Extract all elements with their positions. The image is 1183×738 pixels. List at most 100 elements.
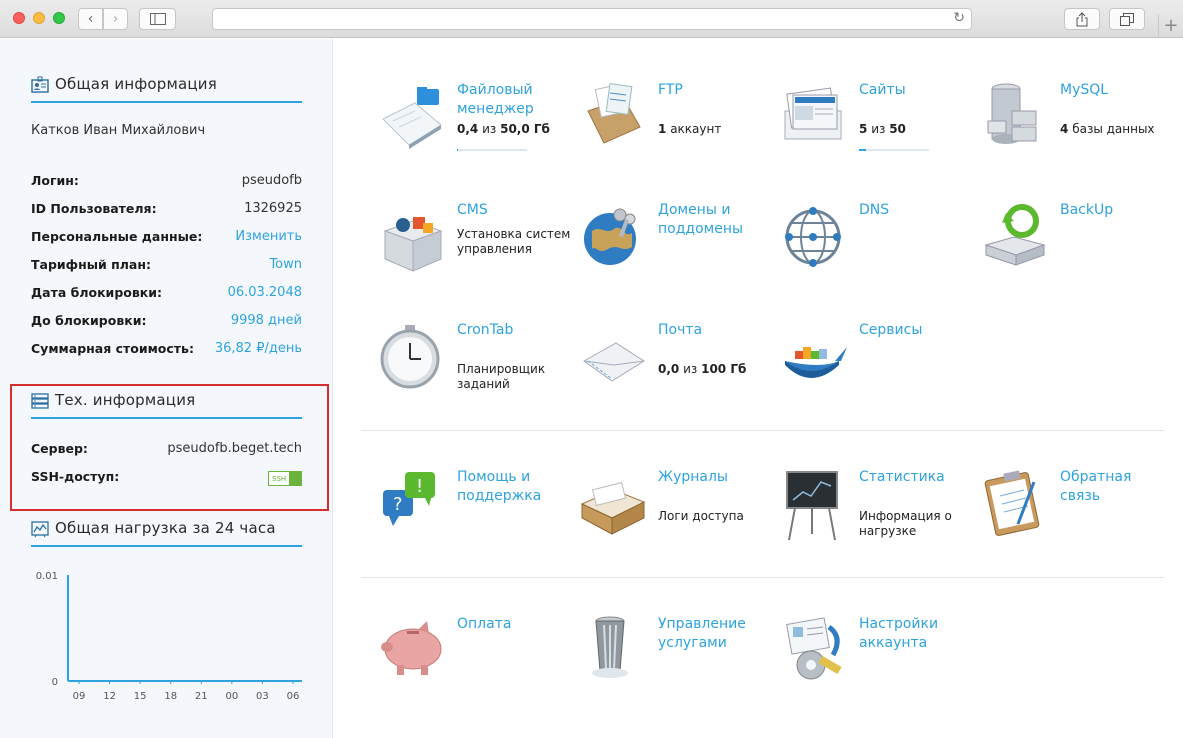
cms-box-icon [383,217,443,272]
manage-tile[interactable]: Управление услугами [580,615,770,715]
backup-link[interactable]: BackUp [1060,201,1175,220]
services-tile[interactable]: Сервисы [781,321,971,421]
account-info-panel: Общая информация Катков Иван Михайлович … [0,39,333,738]
block-date-label: Дата блокировки: [31,285,162,300]
domains-tile[interactable]: Домены и поддомены [580,201,770,301]
y-tick-label: 0.01 [36,571,58,582]
manage-services-link[interactable]: Управление услугами [658,615,773,653]
ssh-toggle[interactable]: SSH [268,471,302,486]
stats-link[interactable]: Статистика [859,468,974,487]
zoom-window-button[interactable] [53,12,65,24]
services-link[interactable]: Сервисы [859,321,974,340]
block-date-link[interactable]: 06.03.2048 [228,285,302,300]
file-manager-sep: из [482,122,497,136]
file-manager-used: 0,4 [457,122,479,136]
svg-text:?: ? [393,494,403,515]
server-label: Сервер: [31,441,88,456]
mail-tile[interactable]: Почта 0,0 из 100 Гб [580,321,770,421]
tariff-row: Тарифный план: Town [31,257,302,277]
general-info-title: Общая информация [55,75,217,93]
ssh-row: SSH-доступ: SSH [31,469,302,489]
server-value: pseudofb.beget.tech [167,441,302,456]
feedback-tile[interactable]: Обратная связь [982,468,1172,568]
file-manager-tile[interactable]: Файловый менеджер 0,4 из 50,0 Гб [379,81,569,181]
tech-info-title: Тех. информация [55,391,196,409]
total-cost-link[interactable]: 36,82 ₽/день [215,341,302,356]
share-button[interactable] [1064,8,1100,30]
show-tabs-button[interactable] [1109,8,1145,30]
backup-tile[interactable]: BackUp [982,201,1172,301]
domains-link[interactable]: Домены и поддомены [658,201,773,239]
back-button[interactable]: ‹ [78,8,103,30]
x-tick-label: 00 [225,691,238,702]
address-bar[interactable]: ↻ [212,8,972,30]
logs-description: Логи доступа [658,509,744,523]
logs-link[interactable]: Журналы [658,468,773,487]
sites-sep: из [871,122,886,136]
stats-description: Информация о нагрузке [859,509,952,538]
ftp-link[interactable]: FTP [658,81,773,100]
edit-personal-data-link[interactable]: Изменить [235,229,302,244]
file-manager-link[interactable]: Файловый менеджер [457,81,572,119]
minimize-window-button[interactable] [33,12,45,24]
mysql-count-value: 4 [1060,122,1069,136]
dns-link[interactable]: DNS [859,201,974,220]
x-tick-label: 18 [164,691,177,702]
dns-network-icon [785,207,841,267]
tabs-icon [1120,12,1134,26]
tariff-label: Тарифный план: [31,257,151,272]
total-cost-label: Суммарная стоимость: [31,341,194,356]
login-row: Логин: pseudofb [31,173,302,193]
account-settings-tile[interactable]: Настройки аккаунта [781,615,971,715]
ssh-toggle-label: SSH [272,475,287,483]
help-link[interactable]: Помощь и поддержка [457,468,572,506]
mysql-count-unit: базы данных [1072,122,1155,136]
close-window-button[interactable] [13,12,25,24]
personal-data-row: Персональные данные: Изменить [31,229,302,249]
load-header: Общая нагрузка за 24 часа [31,519,302,547]
ftp-count: 1 аккаунт [658,122,776,137]
mysql-link[interactable]: MySQL [1060,81,1175,100]
y-tick-label: 0 [52,677,58,688]
mail-envelope-icon [583,342,645,382]
x-tick-label: 03 [256,691,269,702]
server-row: Сервер: pseudofb.beget.tech [31,441,302,461]
ftp-count-unit: аккаунт [670,122,722,136]
logs-tile[interactable]: Журналы Логи доступа [580,468,770,568]
database-icon [987,83,1037,144]
ftp-count-value: 1 [658,122,667,136]
mail-link[interactable]: Почта [658,321,773,340]
tariff-link[interactable]: Town [269,257,302,272]
payment-tile[interactable]: Оплата [379,615,569,715]
svg-text:!: ! [416,476,423,497]
payment-link[interactable]: Оплата [457,615,572,634]
tech-info-header: Тех. информация [31,391,302,419]
chevron-right-icon: › [112,11,119,27]
ftp-icon [587,83,641,144]
new-tab-button[interactable]: + [1158,15,1183,38]
logs-box-icon [580,482,646,535]
days-left-link[interactable]: 9998 дней [231,313,302,328]
crontab-tile[interactable]: CronTab Планировщик заданий [379,321,569,421]
cms-link[interactable]: CMS [457,201,572,220]
sites-tile[interactable]: Сайты 5 из 50 [781,81,971,181]
help-tile[interactable]: ?! Помощь и поддержка [379,468,569,568]
login-value: pseudofb [241,173,302,188]
cms-tile[interactable]: CMS Установка систем управления [379,201,572,301]
show-sidebar-button[interactable] [139,8,176,30]
account-settings-link[interactable]: Настройки аккаунта [859,615,974,653]
feedback-link[interactable]: Обратная связь [1060,468,1175,506]
dns-tile[interactable]: DNS [781,201,971,301]
stats-tile[interactable]: Статистика Информация о нагрузке [781,468,971,568]
reload-icon[interactable]: ↻ [953,10,965,26]
crontab-link[interactable]: CronTab [457,321,572,340]
x-tick-label: 12 [103,691,116,702]
x-tick-label: 15 [134,691,147,702]
ftp-tile[interactable]: FTP 1 аккаунт [580,81,770,181]
total-cost-row: Суммарная стоимость: 36,82 ₽/день [31,341,302,361]
section-divider [361,430,1164,431]
sites-link[interactable]: Сайты [859,81,974,100]
crontab-description: Планировщик заданий [457,362,546,391]
forward-button[interactable]: › [103,8,128,30]
mysql-tile[interactable]: MySQL 4 базы данных [982,81,1172,181]
